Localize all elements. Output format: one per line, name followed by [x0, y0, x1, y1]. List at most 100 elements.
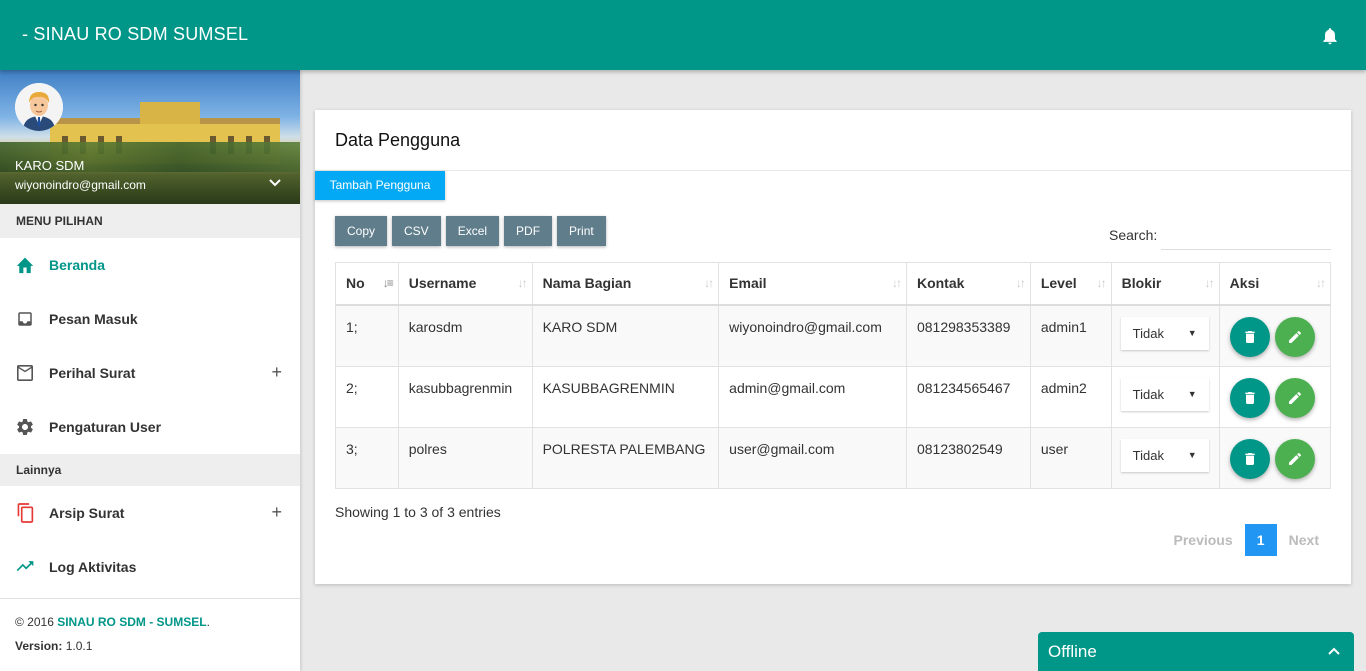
cell-email: admin@gmail.com	[718, 365, 907, 428]
trash-icon	[1245, 391, 1255, 404]
table-row: 3; polres POLRESTA PALEMBANG user@gmail.…	[335, 426, 1332, 489]
column-header-aksi[interactable]: Aksi ↓↑	[1218, 262, 1332, 306]
column-header-email[interactable]: Email ↓↑	[718, 262, 907, 306]
sidebar-item-perihal-surat[interactable]: Perihal Surat +	[0, 346, 300, 400]
avatar[interactable]	[15, 83, 63, 131]
chevron-down-icon[interactable]	[268, 178, 282, 190]
sort-icon: ↓↑	[704, 276, 714, 290]
home-icon	[15, 255, 35, 275]
sidebar-item-arsip-surat[interactable]: Arsip Surat +	[0, 486, 300, 540]
copyright-brand-link[interactable]: SINAU RO SDM - SUMSEL	[57, 615, 206, 629]
gear-icon	[15, 417, 35, 437]
add-user-button[interactable]: Tambah Pengguna	[315, 171, 445, 200]
delete-button[interactable]	[1229, 377, 1270, 418]
sidebar-item-label: Arsip Surat	[49, 505, 125, 521]
column-header-blokir[interactable]: Blokir ↓↑	[1110, 262, 1220, 306]
blokir-select[interactable]: Tidak ▼	[1120, 317, 1209, 350]
chevron-up-icon[interactable]	[1328, 632, 1340, 671]
table-row: 1; karosdm KARO SDM wiyonoindro@gmail.co…	[335, 304, 1332, 367]
search-label: Search:	[1109, 227, 1158, 243]
pencil-icon	[1288, 330, 1301, 343]
edit-button[interactable]	[1274, 377, 1315, 418]
version: Version: 1.0.1	[15, 639, 93, 653]
pencil-icon	[1288, 391, 1301, 404]
sidebar-item-beranda[interactable]: Beranda	[0, 238, 300, 292]
cell-blokir: Tidak ▼	[1110, 426, 1220, 489]
divider	[315, 170, 1351, 171]
cell-bagian: POLRESTA PALEMBANG	[531, 426, 720, 489]
pdf-button[interactable]: PDF	[504, 216, 553, 246]
sidebar-item-label: Beranda	[49, 257, 106, 273]
pagination: Previous 1 Next	[1162, 524, 1332, 556]
cell-aksi	[1218, 304, 1332, 367]
caret-down-icon: ▼	[1187, 449, 1197, 460]
sidebar: KARO SDM wiyonoindro@gmail.com MENU PILI…	[0, 70, 300, 671]
blokir-select[interactable]: Tidak ▼	[1120, 438, 1209, 472]
user-name: KARO SDM	[15, 158, 85, 173]
column-header-level[interactable]: Level ↓↑	[1029, 262, 1112, 306]
table-row: 2; kasubbagrenmin KASUBBAGRENMIN admin@g…	[335, 365, 1332, 428]
sort-icon: ↓↑	[891, 276, 902, 290]
cell-kontak: 08123802549	[905, 426, 1031, 489]
data-pengguna-card: Data Pengguna Tambah Pengguna Copy CSV E…	[315, 110, 1351, 584]
cell-level: admin2	[1029, 365, 1112, 428]
menu-heading: MENU PILIHAN	[0, 204, 300, 238]
cell-kontak: 081298353389	[905, 304, 1031, 367]
cell-no: 2;	[335, 365, 399, 428]
blokir-select[interactable]: Tidak ▼	[1120, 377, 1209, 411]
bell-icon[interactable]	[1320, 25, 1340, 47]
cell-blokir: Tidak ▼	[1110, 365, 1220, 428]
cell-no: 3;	[335, 426, 399, 489]
cell-blokir: Tidak ▼	[1110, 304, 1220, 367]
copy-button[interactable]: Copy	[335, 216, 388, 246]
app-brand[interactable]: - SINAU RO SDM SUMSEL	[22, 24, 248, 45]
page-1-button[interactable]: 1	[1244, 524, 1277, 556]
trash-icon	[1245, 331, 1255, 343]
table-info: Showing 1 to 3 of 3 entries	[335, 504, 501, 520]
cell-username: polres	[397, 426, 533, 489]
column-header-username[interactable]: Username ↓↑	[397, 262, 533, 306]
cell-aksi	[1218, 426, 1332, 489]
expand-plus-icon[interactable]: +	[271, 503, 282, 521]
page-title: Data Pengguna	[335, 130, 461, 150]
chat-status-bar[interactable]: Offline	[1038, 632, 1354, 671]
search-input[interactable]	[1161, 220, 1331, 250]
previous-page-button[interactable]: Previous	[1162, 532, 1245, 548]
trash-icon	[1245, 452, 1255, 465]
edit-button[interactable]	[1274, 438, 1315, 479]
copy-icon	[15, 503, 35, 523]
mail-icon	[15, 363, 35, 383]
sidebar-footer: © 2016 SINAU RO SDM - SUMSEL. Version: 1…	[0, 598, 300, 671]
caret-down-icon: ▼	[1187, 328, 1197, 338]
sort-icon: ↓↑	[517, 276, 528, 290]
pencil-icon	[1288, 452, 1301, 465]
column-header-kontak[interactable]: Kontak ↓↑	[905, 262, 1031, 306]
cell-kontak: 081234565467	[905, 365, 1031, 428]
sidebar-item-pesan-masuk[interactable]: Pesan Masuk	[0, 292, 300, 346]
inbox-icon	[15, 309, 35, 329]
print-button[interactable]: Print	[557, 216, 606, 246]
next-page-button[interactable]: Next	[1277, 532, 1331, 548]
sort-icon: ↓↑	[1015, 276, 1026, 290]
delete-button[interactable]	[1229, 317, 1270, 357]
sidebar-item-log-aktivitas[interactable]: Log Aktivitas	[0, 540, 300, 594]
users-table: No ↓≡ Username ↓↑ Nama Bagian ↓↑ Email ↓↑ Ko…	[335, 262, 1332, 489]
cell-level: user	[1029, 426, 1112, 489]
other-heading: Lainnya	[0, 454, 300, 486]
user-info-panel: KARO SDM wiyonoindro@gmail.com	[0, 70, 300, 204]
delete-button[interactable]	[1229, 438, 1270, 479]
cell-bagian: KASUBBAGRENMIN	[531, 365, 720, 428]
cell-aksi	[1218, 365, 1332, 428]
column-header-no[interactable]: No ↓≡	[335, 262, 399, 306]
cell-email: wiyonoindro@gmail.com	[718, 304, 907, 367]
sidebar-item-label: Pengaturan User	[49, 419, 162, 435]
expand-plus-icon[interactable]: +	[271, 363, 282, 381]
column-header-nama-bagian[interactable]: Nama Bagian ↓↑	[531, 262, 720, 306]
sort-icon: ↓↑	[1096, 276, 1107, 290]
export-buttons: Copy CSV Excel PDF Print	[335, 216, 606, 246]
edit-button[interactable]	[1274, 317, 1315, 357]
excel-button[interactable]: Excel	[445, 216, 500, 246]
sort-asc-icon: ↓≡	[382, 276, 394, 290]
csv-button[interactable]: CSV	[392, 216, 441, 246]
sidebar-item-pengaturan-user[interactable]: Pengaturan User	[0, 400, 300, 454]
